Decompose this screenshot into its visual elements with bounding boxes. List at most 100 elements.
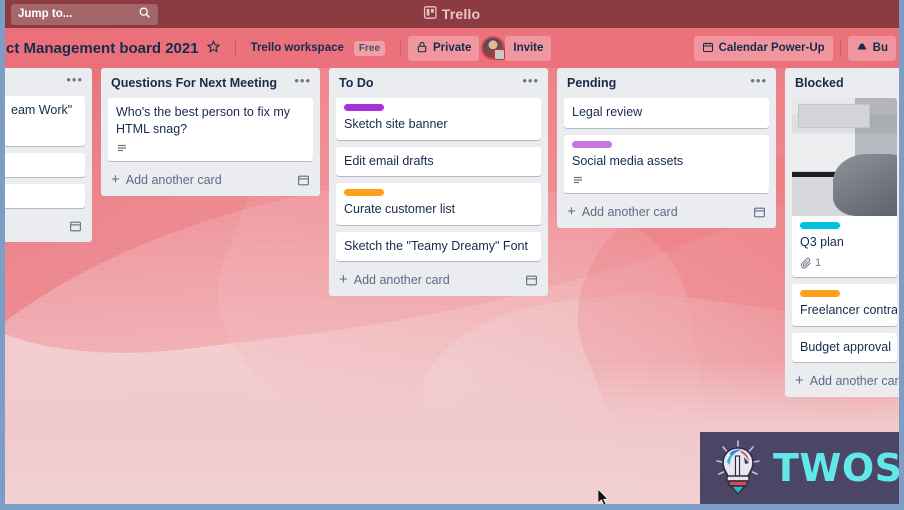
- desk-photo-cover: [792, 98, 897, 216]
- list-blocked[interactable]: Blocked Q3 plan 1 Freelancer contra Budg…: [785, 68, 904, 398]
- card-title: Curate customer list: [344, 202, 456, 216]
- add-another-card-button[interactable]: + Add another card: [108, 168, 313, 191]
- window-edge-right: [899, 0, 904, 510]
- add-another-card-button[interactable]: [3, 215, 85, 237]
- lock-icon: [416, 41, 428, 56]
- card-title: Who's the best person to fix my HTML sna…: [116, 105, 290, 136]
- list-title[interactable]: To Do: [339, 76, 522, 90]
- add-another-card-button[interactable]: + Add another card: [564, 200, 769, 223]
- add-card-label: Add another card: [809, 374, 904, 389]
- card-badges: [116, 142, 305, 154]
- star-icon[interactable]: [199, 40, 228, 56]
- list-menu-icon[interactable]: •••: [522, 74, 539, 89]
- list-item[interactable]: Edit email drafts: [336, 146, 541, 176]
- list-title[interactable]: Questions For Next Meeting: [111, 76, 294, 90]
- jump-to-search-box[interactable]: Jump to...: [11, 3, 158, 25]
- card-label[interactable]: [800, 222, 840, 229]
- list-questions-for-next-meeting[interactable]: Questions For Next Meeting ••• Who's the…: [101, 68, 320, 196]
- list-item[interactable]: Freelancer contracts: [792, 284, 897, 326]
- plus-icon: +: [567, 203, 576, 220]
- twos-watermark: TWOS: [700, 432, 902, 504]
- calendar-powerup-button[interactable]: Calendar Power-Up: [693, 35, 833, 61]
- list-item[interactable]: Sketch the "Teamy Dreamy" Font: [336, 231, 541, 261]
- list-pending[interactable]: Pending ••• Legal review Social media as…: [557, 68, 776, 228]
- list-title[interactable]: Pending: [567, 76, 750, 90]
- trello-brand[interactable]: Trello: [423, 6, 481, 22]
- list-item[interactable]: Q3 plan 1: [792, 98, 897, 278]
- list-item[interactable]: Curate customer list: [336, 183, 541, 225]
- board-header-bar: ct Management board 2021 Trello workspac…: [0, 28, 904, 68]
- calendar-icon: [702, 41, 714, 56]
- card-template-icon[interactable]: [525, 274, 538, 287]
- list-item[interactable]: [3, 152, 85, 177]
- card-title: eam Work": [11, 103, 73, 117]
- add-card-label: Add another card: [581, 205, 678, 219]
- trello-brand-label: Trello: [441, 6, 481, 22]
- trello-board-screenshot: Jump to... Trello ct Management board 20…: [0, 0, 904, 510]
- workspace-button[interactable]: Trello workspace Free: [243, 36, 393, 61]
- card-label[interactable]: [344, 104, 384, 111]
- search-icon: [138, 6, 151, 22]
- user-avatar[interactable]: [481, 36, 506, 60]
- trello-logo-icon: [423, 6, 437, 22]
- cover-detail: [792, 172, 883, 177]
- card-title: Sketch site banner: [344, 117, 448, 131]
- invite-button[interactable]: Invite: [505, 35, 552, 61]
- card-badges: 1: [800, 256, 889, 271]
- card-title: Budget approval: [800, 339, 892, 354]
- trello-top-navbar: Jump to... Trello: [0, 0, 904, 28]
- twos-label: TWOS: [773, 446, 903, 490]
- card-label[interactable]: [800, 290, 840, 298]
- card-template-icon[interactable]: [297, 174, 310, 187]
- workspace-label: Trello workspace: [250, 42, 344, 54]
- butler-icon: [856, 41, 868, 56]
- list-item[interactable]: Who's the best person to fix my HTML sna…: [108, 98, 313, 161]
- list-item[interactable]: Budget approval: [792, 332, 897, 363]
- plus-icon: +: [339, 271, 348, 288]
- card-template-icon[interactable]: [69, 220, 82, 233]
- list-to-do[interactable]: To Do ••• Sketch site banner Edit email …: [329, 68, 548, 296]
- add-card-label: Add another card: [353, 273, 450, 287]
- list-item[interactable]: Social media assets: [564, 134, 769, 193]
- visibility-label: Private: [433, 42, 472, 54]
- list-item[interactable]: Legal review: [564, 98, 769, 128]
- card-label[interactable]: [572, 140, 612, 148]
- list-clipped-left[interactable]: ••• eam Work": [0, 68, 92, 242]
- list-title[interactable]: Blocked: [795, 76, 895, 90]
- card-badges: [572, 174, 761, 186]
- add-another-card-button[interactable]: + Add another card: [792, 369, 904, 392]
- list-header: Questions For Next Meeting •••: [108, 74, 313, 98]
- list-item[interactable]: eam Work": [3, 96, 85, 146]
- card-title: Social media assets: [572, 153, 684, 168]
- window-edge-left: [0, 0, 5, 510]
- attachment-icon: [800, 257, 812, 269]
- card-title: Edit email drafts: [344, 153, 434, 168]
- card-template-icon[interactable]: [753, 206, 766, 219]
- list-menu-icon[interactable]: •••: [750, 74, 767, 89]
- list-header: To Do •••: [336, 74, 541, 98]
- attachment-count: 1: [815, 256, 822, 269]
- board-title[interactable]: ct Management board 2021: [6, 40, 199, 57]
- plus-icon: +: [795, 372, 804, 390]
- butler-label: Bu: [872, 42, 888, 54]
- calendar-powerup-label: Calendar Power-Up: [718, 42, 825, 54]
- add-card-label: Add another card: [125, 173, 222, 187]
- list-header: •••: [3, 73, 85, 96]
- lightbulb-icon: [712, 440, 764, 496]
- add-another-card-button[interactable]: + Add another card: [336, 268, 541, 291]
- card-label[interactable]: [344, 189, 384, 196]
- butler-button[interactable]: Bu: [847, 35, 896, 61]
- list-item[interactable]: [3, 183, 85, 208]
- visibility-button[interactable]: Private: [408, 35, 480, 61]
- list-header: Blocked: [792, 75, 897, 98]
- header-divider-3: [839, 39, 841, 57]
- search-input[interactable]: Jump to...: [18, 8, 138, 20]
- header-divider-2: [400, 39, 402, 57]
- plus-icon: +: [111, 171, 120, 188]
- list-menu-icon[interactable]: •••: [66, 73, 83, 88]
- list-item[interactable]: Sketch site banner: [336, 98, 541, 140]
- plan-badge: Free: [353, 40, 386, 56]
- header-divider-1: [234, 39, 236, 57]
- card-title: Sketch the "Teamy Dreamy" Font: [344, 238, 528, 253]
- list-menu-icon[interactable]: •••: [294, 74, 311, 89]
